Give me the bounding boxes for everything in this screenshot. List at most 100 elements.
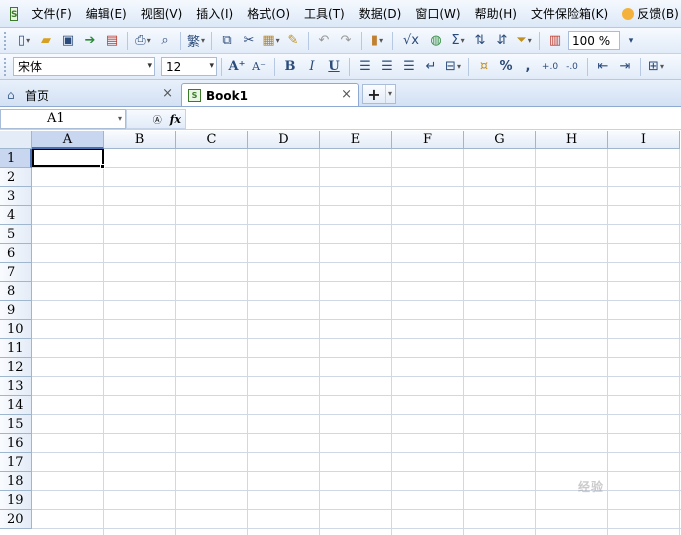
formula-input[interactable] — [187, 109, 681, 129]
active-cell[interactable] — [32, 149, 104, 167]
tab-home[interactable]: ⌂ 首页 × — [1, 83, 179, 106]
menu-help[interactable]: 帮助(H) — [468, 0, 524, 27]
font-size-select[interactable]: 12 ▾ — [161, 57, 217, 76]
row-header[interactable]: 13 — [0, 377, 32, 396]
toolbar-grip[interactable] — [4, 57, 9, 76]
row-header[interactable]: 9 — [0, 301, 32, 320]
column-header[interactable]: F — [392, 131, 464, 149]
bold-button[interactable]: B — [280, 57, 300, 77]
italic-button[interactable]: I — [302, 57, 322, 77]
chevron-down-icon[interactable]: ▾ — [621, 31, 641, 51]
increase-indent-icon[interactable]: ⇥ — [615, 57, 635, 77]
spreadsheet-app-icon[interactable]: S — [10, 6, 19, 21]
hyperlink-globe-icon[interactable]: ◍ — [426, 31, 446, 51]
row-header[interactable]: 15 — [0, 415, 32, 434]
chevron-down-icon[interactable]: ▾ — [385, 85, 392, 103]
redo-icon[interactable]: ↷ — [336, 31, 356, 51]
decrease-indent-icon[interactable]: ⇤ — [593, 57, 613, 77]
row-header[interactable]: 14 — [0, 396, 32, 415]
row-header[interactable]: 4 — [0, 206, 32, 225]
sort-descending-icon[interactable]: ⇵ — [492, 31, 512, 51]
open-folder-icon[interactable]: ▰ — [36, 31, 56, 51]
tab-book1[interactable]: S Book1 × — [181, 83, 359, 106]
row-column-icon[interactable]: ▮ — [367, 31, 387, 51]
borders-icon[interactable]: ⊞ — [646, 57, 666, 77]
copy-icon[interactable]: ⧉ — [217, 31, 237, 51]
column-header[interactable]: D — [248, 131, 320, 149]
row-header[interactable]: 19 — [0, 491, 32, 510]
insert-function-button[interactable]: fx — [170, 113, 181, 126]
font-name-select[interactable]: 宋体 ▾ — [13, 57, 155, 76]
row-header[interactable]: 16 — [0, 434, 32, 453]
autofilter-icon[interactable]: ⏷ — [514, 31, 534, 51]
menu-tools[interactable]: 工具(T) — [297, 0, 352, 27]
save-icon[interactable]: ▣ — [58, 31, 78, 51]
decrease-decimal-icon[interactable]: -.0 — [562, 57, 582, 77]
row-header[interactable]: 12 — [0, 358, 32, 377]
increase-decimal-icon[interactable]: +.0 — [540, 57, 560, 77]
export-pdf-icon[interactable]: ▤ — [102, 31, 122, 51]
menu-view[interactable]: 视图(V) — [134, 0, 190, 27]
toolbar-grip[interactable] — [4, 31, 9, 50]
row-header[interactable]: 1 — [0, 149, 32, 168]
autosum-button[interactable]: Σ — [448, 31, 468, 51]
new-tab-button[interactable]: + ▾ — [362, 84, 396, 104]
column-header[interactable]: H — [536, 131, 608, 149]
menu-feedback[interactable]: 反馈(B) — [615, 0, 681, 27]
close-icon[interactable]: × — [162, 86, 173, 101]
row-header[interactable]: 20 — [0, 510, 32, 529]
align-left-icon[interactable]: ☰ — [355, 57, 375, 77]
insert-function-icon[interactable]: √x — [398, 31, 424, 51]
send-mail-icon[interactable]: ➔ — [80, 31, 100, 51]
menu-file-safe[interactable]: 文件保险箱(K) — [524, 0, 615, 27]
row-header[interactable]: 3 — [0, 187, 32, 206]
increase-font-size-icon[interactable]: A⁺ — [227, 57, 247, 77]
menu-format[interactable]: 格式(O) — [240, 0, 297, 27]
column-header[interactable]: I — [608, 131, 680, 149]
zoom-select[interactable]: 100 % — [568, 31, 620, 50]
column-header[interactable]: E — [320, 131, 392, 149]
align-right-icon[interactable]: ☰ — [399, 57, 419, 77]
select-all-corner[interactable] — [0, 131, 32, 149]
print-icon[interactable]: ⎙ — [133, 31, 153, 51]
column-header[interactable]: C — [176, 131, 248, 149]
comma-style-icon[interactable]: , — [518, 57, 538, 77]
chevron-down-icon[interactable]: ▾ — [118, 110, 122, 128]
row-header[interactable]: 5 — [0, 225, 32, 244]
traditional-chinese-button[interactable]: 繁 — [186, 31, 206, 51]
column-header[interactable]: B — [104, 131, 176, 149]
chart-icon[interactable]: ▥ — [545, 31, 565, 51]
fill-handle[interactable] — [100, 164, 105, 169]
decrease-font-size-icon[interactable]: A⁻ — [249, 57, 269, 77]
menu-window[interactable]: 窗口(W) — [408, 0, 467, 27]
percent-style-button[interactable]: % — [496, 57, 516, 77]
row-header[interactable]: 8 — [0, 282, 32, 301]
column-header[interactable]: A — [32, 131, 104, 149]
row-header[interactable]: 2 — [0, 168, 32, 187]
cut-icon[interactable]: ✂ — [239, 31, 259, 51]
currency-format-icon[interactable]: ¤ — [474, 57, 494, 77]
merge-center-icon[interactable]: ⊟ — [443, 57, 463, 77]
underline-button[interactable]: U — [324, 57, 344, 77]
sort-ascending-icon[interactable]: ⇅ — [470, 31, 490, 51]
close-icon[interactable]: × — [341, 87, 352, 102]
row-header[interactable]: 6 — [0, 244, 32, 263]
undo-icon[interactable]: ↶ — [314, 31, 334, 51]
row-header[interactable]: 11 — [0, 339, 32, 358]
menu-file[interactable]: 文件(F) — [24, 0, 78, 27]
menu-insert[interactable]: 插入(I) — [189, 0, 240, 27]
menu-data[interactable]: 数据(D) — [352, 0, 409, 27]
row-header[interactable]: 10 — [0, 320, 32, 339]
format-painter-icon[interactable]: ✎ — [283, 31, 303, 51]
wrap-text-icon[interactable]: ↵ — [421, 57, 441, 77]
column-header[interactable]: G — [464, 131, 536, 149]
paste-icon[interactable]: ▦ — [261, 31, 281, 51]
row-header[interactable]: 7 — [0, 263, 32, 282]
row-header[interactable]: 18 — [0, 472, 32, 491]
print-preview-icon[interactable]: ⌕ — [155, 31, 175, 51]
align-center-icon[interactable]: ☰ — [377, 57, 397, 77]
cancel-formula-icon[interactable]: Ⓐ — [153, 113, 162, 126]
new-document-icon[interactable]: ▯ — [14, 31, 34, 51]
row-header[interactable]: 17 — [0, 453, 32, 472]
menu-edit[interactable]: 编辑(E) — [79, 0, 134, 27]
